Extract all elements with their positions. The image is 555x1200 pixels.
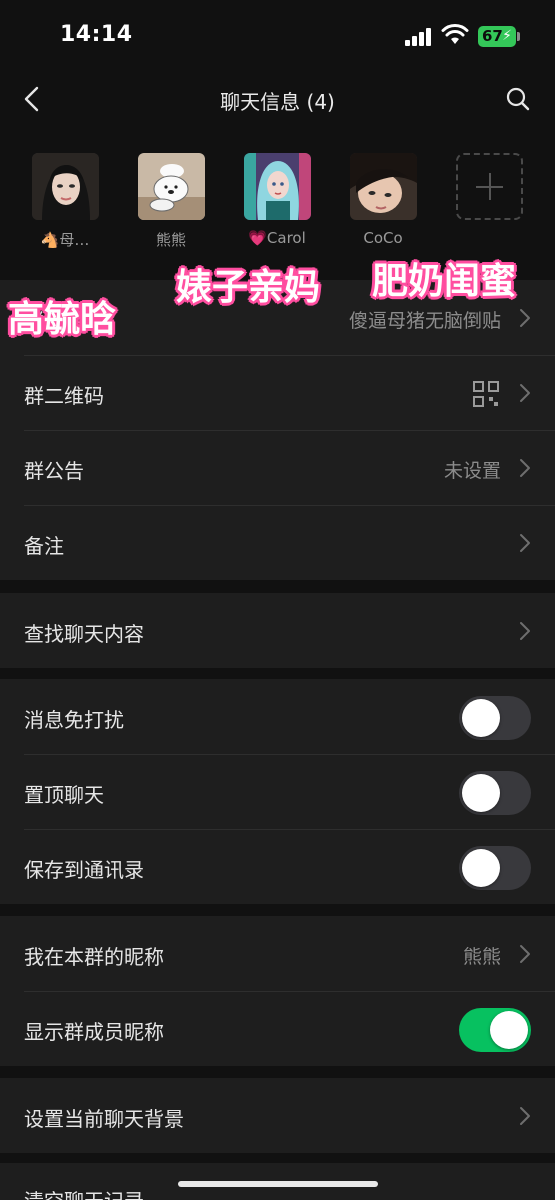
row-label: 清空聊天记录	[24, 1185, 144, 1200]
divider	[24, 505, 555, 506]
show-nickname-row: 显示群成员昵称	[0, 991, 555, 1066]
avatar	[137, 153, 205, 220]
pin-row: 置顶聊天	[0, 754, 555, 829]
charging-bolt-icon: ⚡	[502, 28, 512, 44]
member-grid: 🐴母… 熊熊 💗Carol CoCo	[0, 128, 555, 270]
add-member[interactable]	[454, 153, 524, 220]
settings-group-background: 设置当前聊天背景	[0, 1078, 555, 1153]
toggle-knob	[490, 1011, 528, 1049]
settings-group-search: 查找聊天内容	[0, 593, 555, 668]
member-name: 🐴母…	[40, 231, 90, 249]
settings-group-nickname: 我在本群的昵称 熊熊 显示群成员昵称	[0, 916, 555, 1066]
sticker-text: 肥奶闺蜜	[372, 261, 517, 302]
divider	[24, 754, 555, 755]
home-indicator[interactable]	[178, 1181, 378, 1187]
member-name: 熊熊	[155, 231, 186, 249]
toggle-knob	[462, 849, 500, 887]
member-name: CoCo	[363, 229, 403, 247]
remark-row[interactable]: 备注	[0, 505, 555, 580]
chat-background-row[interactable]: 设置当前聊天背景	[0, 1078, 555, 1153]
row-value: 未设置	[443, 460, 501, 482]
divider	[24, 430, 555, 431]
page-title: 聊天信息 (4)	[220, 90, 335, 114]
nav-bar: 聊天信息 (4)	[0, 70, 555, 128]
toggle-knob	[462, 699, 500, 737]
save-contacts-row: 保存到通讯录	[0, 829, 555, 904]
row-label: 查找聊天内容	[24, 622, 144, 646]
sticker-text: 婊子亲妈	[176, 267, 321, 308]
chevron-right-icon	[520, 1107, 530, 1125]
row-value: 傻逼母猪无脑倒贴	[348, 310, 501, 332]
toggle-knob	[462, 774, 500, 812]
row-label: 备注	[24, 534, 64, 558]
row-label: 保存到通讯录	[24, 858, 144, 882]
divider	[24, 829, 555, 830]
avatar	[31, 153, 99, 220]
row-label: 设置当前聊天背景	[24, 1107, 184, 1131]
chevron-right-icon	[520, 459, 530, 477]
search-chat-row[interactable]: 查找聊天内容	[0, 593, 555, 668]
pin-toggle[interactable]	[459, 771, 531, 815]
search-icon[interactable]	[505, 86, 531, 112]
add-member-button[interactable]	[455, 153, 523, 220]
chevron-right-icon	[520, 309, 530, 327]
chevron-right-icon	[520, 534, 530, 552]
cellular-signal-icon	[405, 28, 433, 46]
battery-level: 67	[482, 27, 503, 45]
status-time: 14:14	[60, 22, 133, 47]
member-item[interactable]: 🐴母…	[30, 153, 100, 250]
chevron-right-icon	[520, 622, 530, 640]
mute-toggle[interactable]	[459, 696, 531, 740]
status-bar: 14:14 67 ⚡	[0, 0, 555, 70]
row-label: 我在本群的昵称	[24, 945, 164, 969]
wifi-icon	[441, 24, 469, 44]
divider	[24, 355, 555, 356]
qr-code-icon	[473, 381, 499, 407]
row-label: 显示群成员昵称	[24, 1020, 164, 1044]
avatar	[349, 153, 417, 220]
sticker-text: 高毓晗	[8, 299, 117, 340]
row-label: 群公告	[24, 459, 84, 483]
row-label: 消息免打扰	[24, 708, 124, 732]
divider	[24, 991, 555, 992]
mute-row: 消息免打扰	[0, 679, 555, 754]
battery-cap	[517, 32, 520, 41]
row-label: 置顶聊天	[24, 783, 104, 807]
member-item[interactable]: CoCo	[348, 153, 418, 247]
battery-icon: 67 ⚡	[478, 26, 516, 47]
member-name: 💗Carol	[248, 229, 306, 247]
my-nickname-row[interactable]: 我在本群的昵称 熊熊	[0, 916, 555, 991]
save-contacts-toggle[interactable]	[459, 846, 531, 890]
avatar	[243, 153, 311, 220]
member-item[interactable]: 💗Carol	[242, 153, 312, 247]
group-notice-row[interactable]: 群公告 未设置	[0, 430, 555, 505]
settings-group-toggles: 消息免打扰 置顶聊天 保存到通讯录	[0, 679, 555, 904]
row-value: 熊熊	[462, 946, 501, 968]
chevron-right-icon	[520, 945, 530, 963]
row-label: 群二维码	[24, 384, 104, 408]
qr-code-row[interactable]: 群二维码	[0, 355, 555, 430]
member-item[interactable]: 熊熊	[136, 153, 206, 250]
show-nickname-toggle[interactable]	[459, 1008, 531, 1052]
chevron-right-icon	[520, 384, 530, 402]
